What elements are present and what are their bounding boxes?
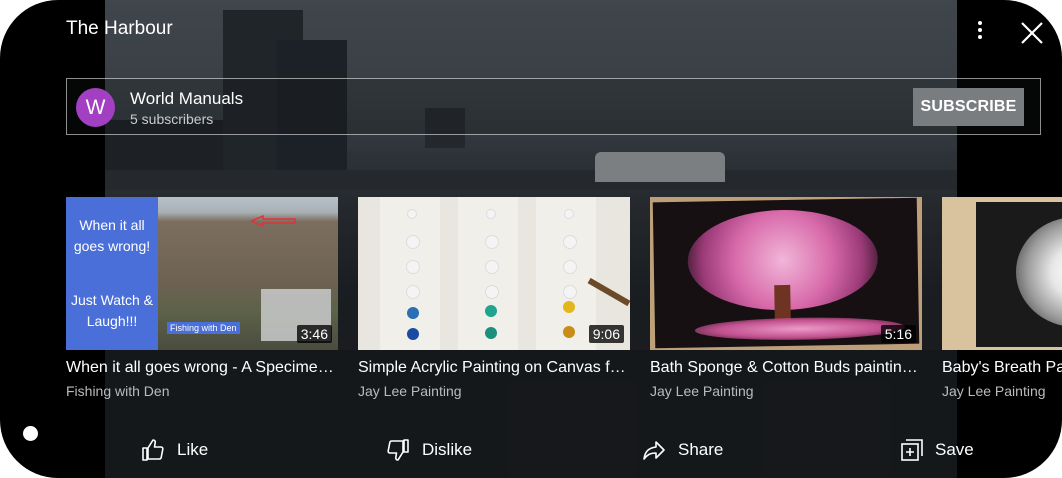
paint-dot	[564, 209, 574, 219]
paint-dot	[485, 285, 499, 299]
video-card-title[interactable]: Bath Sponge & Cotton Buds painting Cherr…	[650, 359, 922, 377]
channel-card[interactable]: W World Manuals 5 subscribers SUBSCRIBE	[66, 78, 1041, 135]
paint-dot	[485, 305, 497, 317]
red-arrow-icon	[251, 215, 296, 227]
paint-dot	[485, 260, 499, 274]
dislike-label: Dislike	[422, 440, 473, 459]
video-card-channel[interactable]: Jay Lee Painting	[942, 383, 1046, 399]
save-label: Save	[935, 440, 974, 459]
duration-badge: 9:06	[588, 325, 624, 343]
thumbnail-canvas	[976, 202, 1062, 347]
video-card[interactable]: 5:16 Bath Sponge & Cotton Buds painting …	[650, 197, 922, 399]
paint-dot	[486, 209, 496, 219]
thumbnail-tag: Fishing with Den	[167, 322, 240, 334]
paint-dot	[563, 285, 577, 299]
thumb-up-icon	[142, 439, 164, 461]
avatar[interactable]: W	[76, 88, 115, 127]
paint-dot	[407, 209, 417, 219]
save-button[interactable]: Save	[901, 430, 974, 470]
dislike-button[interactable]: Dislike	[386, 430, 472, 470]
video-card-title[interactable]: Simple Acrylic Painting on Canvas for Be…	[358, 359, 630, 377]
video-card[interactable]: 9:06 Simple Acrylic Painting on Canvas f…	[358, 197, 630, 399]
camera-cutout	[23, 426, 38, 441]
video-card-channel[interactable]: Fishing with Den	[66, 383, 170, 399]
duration-badge: 3:46	[296, 325, 332, 343]
subscribe-button[interactable]: SUBSCRIBE	[913, 88, 1024, 126]
paint-dot	[563, 235, 577, 249]
paint-dot	[406, 235, 420, 249]
video-card[interactable]: Baby's Breath Painting Jay Lee Painting	[942, 197, 1062, 399]
related-videos-rail[interactable]: When it all goes wrong! Just Watch & Lau…	[66, 197, 1062, 407]
video-player-overlay: The Harbour W World Manuals 5 subscriber…	[0, 0, 1062, 478]
video-thumbnail[interactable]: 9:06	[358, 197, 630, 350]
video-card-channel[interactable]: Jay Lee Painting	[358, 383, 462, 399]
share-icon	[643, 441, 665, 460]
like-button[interactable]: Like	[141, 430, 208, 470]
share-label: Share	[678, 440, 724, 459]
thumbnail-caption-bottom: Just Watch & Laugh!!!	[71, 292, 153, 329]
video-card-title[interactable]: Baby's Breath Painting	[942, 359, 1062, 377]
duration-badge: 5:16	[880, 325, 916, 343]
video-thumbnail[interactable]: When it all goes wrong! Just Watch & Lau…	[66, 197, 338, 350]
video-card-title[interactable]: When it all goes wrong - A Specimen Carp	[66, 359, 338, 377]
more-vert-icon[interactable]	[968, 18, 992, 46]
blossom-ground	[694, 315, 906, 342]
paint-dot	[563, 260, 577, 274]
thumbnail-caption-top: When it all goes wrong!	[73, 217, 151, 254]
paint-dot	[485, 327, 497, 339]
video-thumbnail[interactable]	[942, 197, 1062, 350]
paint-dot	[485, 235, 499, 249]
video-title: The Harbour	[66, 18, 173, 39]
close-icon[interactable]	[1019, 20, 1045, 46]
share-button[interactable]: Share	[642, 430, 723, 470]
video-card[interactable]: When it all goes wrong! Just Watch & Lau…	[66, 197, 338, 399]
channel-name[interactable]: World Manuals	[130, 89, 243, 109]
thumb-down-icon	[387, 439, 409, 461]
paint-dot	[407, 328, 419, 340]
subscriber-count: 5 subscribers	[130, 111, 214, 127]
thumbnail-canvas	[652, 197, 920, 349]
babys-breath-flowers	[1016, 217, 1062, 327]
thumbnail-text-panel: When it all goes wrong! Just Watch & Lau…	[66, 197, 158, 350]
like-label: Like	[177, 440, 209, 459]
paint-dot	[406, 285, 420, 299]
action-bar: Like Dislike Share Save	[0, 430, 1062, 470]
video-thumbnail[interactable]: 5:16	[650, 197, 922, 350]
paint-dot	[563, 301, 575, 313]
paint-dot	[406, 260, 420, 274]
paint-dot	[407, 307, 419, 319]
add-to-playlist-icon	[901, 439, 923, 461]
paint-dot	[563, 326, 575, 338]
video-card-channel[interactable]: Jay Lee Painting	[650, 383, 754, 399]
